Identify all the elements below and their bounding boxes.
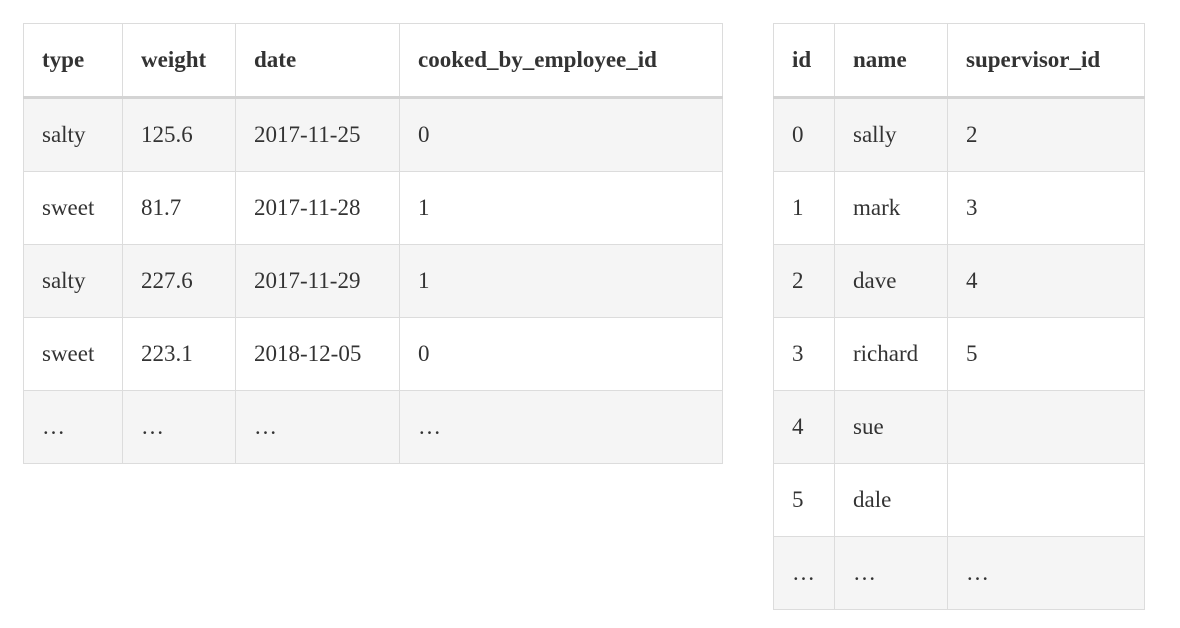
table-cell: 125.6 <box>122 97 236 172</box>
column-header-supervisor-id: supervisor_id <box>947 23 1145 99</box>
table-cell: 227.6 <box>122 244 236 318</box>
table-row: 5 dale <box>773 463 1145 537</box>
table-row: 4 sue <box>773 390 1145 464</box>
table-cell: salty <box>23 244 123 318</box>
table-cell: 3 <box>947 171 1145 245</box>
table-row: sweet 223.1 2018-12-05 0 <box>23 317 723 391</box>
table-header-row: type weight date cooked_by_employee_id <box>23 23 723 99</box>
table-cell: dale <box>834 463 948 537</box>
table-cell: 2017-11-29 <box>235 244 400 318</box>
table-row: 3 richard 5 <box>773 317 1145 391</box>
table-row: 0 sally 2 <box>773 97 1145 172</box>
table-cell: 5 <box>773 463 835 537</box>
column-header-type: type <box>23 23 123 99</box>
table-cell: 2017-11-28 <box>235 171 400 245</box>
table-cell <box>947 390 1145 464</box>
employees-table: id name supervisor_id 0 sally 2 1 mark 3… <box>773 23 1145 610</box>
table-cell: richard <box>834 317 948 391</box>
table-cell: … <box>399 390 723 464</box>
table-cell <box>947 463 1145 537</box>
column-header-name: name <box>834 23 948 99</box>
table-cell: 4 <box>773 390 835 464</box>
table-cell: … <box>23 390 123 464</box>
table-row: 2 dave 4 <box>773 244 1145 318</box>
table-header-row: id name supervisor_id <box>773 23 1145 99</box>
table-row: … … … <box>773 536 1145 610</box>
table-row: 1 mark 3 <box>773 171 1145 245</box>
table-cell: 4 <box>947 244 1145 318</box>
table-cell: 3 <box>773 317 835 391</box>
table-cell: … <box>947 536 1145 610</box>
table-cell: 1 <box>773 171 835 245</box>
table-cell: … <box>235 390 400 464</box>
table-cell: 223.1 <box>122 317 236 391</box>
table-cell: 0 <box>399 317 723 391</box>
table-row: salty 227.6 2017-11-29 1 <box>23 244 723 318</box>
column-header-cooked-by-employee-id: cooked_by_employee_id <box>399 23 723 99</box>
table-row: salty 125.6 2017-11-25 0 <box>23 97 723 172</box>
table-cell: 1 <box>399 244 723 318</box>
table-cell: 1 <box>399 171 723 245</box>
column-header-weight: weight <box>122 23 236 99</box>
table-cell: 81.7 <box>122 171 236 245</box>
table-cell: sue <box>834 390 948 464</box>
table-cell: 2 <box>947 97 1145 172</box>
table-cell: sally <box>834 97 948 172</box>
table-cell: … <box>773 536 835 610</box>
table-cell: 5 <box>947 317 1145 391</box>
table-cell: 0 <box>399 97 723 172</box>
table-cell: 2018-12-05 <box>235 317 400 391</box>
table-cell: 2017-11-25 <box>235 97 400 172</box>
table-cell: … <box>122 390 236 464</box>
table-cell: … <box>834 536 948 610</box>
table-cell: sweet <box>23 317 123 391</box>
table-cell: mark <box>834 171 948 245</box>
column-header-id: id <box>773 23 835 99</box>
table-row: sweet 81.7 2017-11-28 1 <box>23 171 723 245</box>
table-cell: sweet <box>23 171 123 245</box>
orders-table: type weight date cooked_by_employee_id s… <box>23 23 723 464</box>
table-cell: dave <box>834 244 948 318</box>
table-cell: salty <box>23 97 123 172</box>
column-header-date: date <box>235 23 400 99</box>
table-cell: 2 <box>773 244 835 318</box>
table-cell: 0 <box>773 97 835 172</box>
table-row: … … … … <box>23 390 723 464</box>
